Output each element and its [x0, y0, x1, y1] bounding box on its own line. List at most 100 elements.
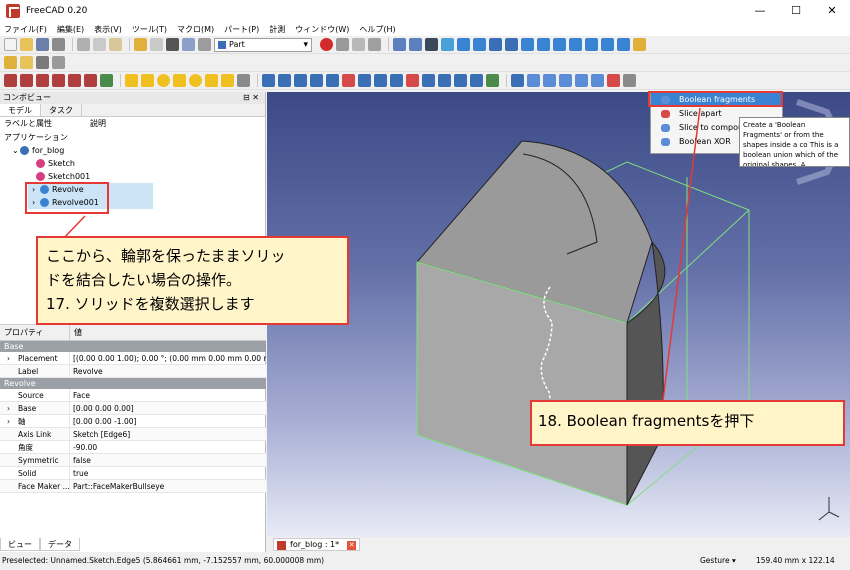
forward-arrow-icon[interactable] [473, 38, 486, 51]
tab-view[interactable]: ビュー [0, 538, 40, 551]
property-value[interactable]: Face [70, 389, 266, 401]
cone-icon[interactable] [173, 74, 186, 87]
front-view-icon[interactable] [537, 38, 550, 51]
torus-icon[interactable] [189, 74, 202, 87]
property-row[interactable]: › Placement [(0.00 0.00 1.00); 0.00 °; (0.… [0, 352, 266, 365]
left-view-icon[interactable] [617, 38, 630, 51]
measure-angular-icon[interactable] [20, 74, 33, 87]
color-per-face-icon[interactable] [486, 74, 499, 87]
chamfer-icon[interactable] [326, 74, 339, 87]
menu-macro[interactable]: マクロ(M) [177, 24, 214, 35]
whats-this-icon[interactable] [198, 38, 211, 51]
fuse-icon[interactable] [559, 74, 572, 87]
bounding-box-icon[interactable] [441, 38, 454, 51]
back-arrow-icon[interactable] [457, 38, 470, 51]
revolve-icon[interactable] [278, 74, 291, 87]
link-actions-icon[interactable] [52, 56, 65, 69]
common-icon[interactable] [575, 74, 588, 87]
property-group-header[interactable]: Base [0, 341, 266, 352]
top-view-icon[interactable] [553, 38, 566, 51]
part-icon[interactable] [4, 56, 17, 69]
record-macro-icon[interactable] [320, 38, 333, 51]
property-group-header[interactable]: Revolve [0, 378, 266, 389]
print-icon[interactable] [52, 38, 65, 51]
close-tab-icon[interactable]: ✕ [347, 541, 357, 550]
sweep-icon[interactable] [390, 74, 403, 87]
menu-window[interactable]: ウィンドウ(W) [295, 24, 349, 35]
property-row[interactable]: Source Face [0, 389, 266, 402]
sphere-icon[interactable] [157, 74, 170, 87]
measure-3d-icon[interactable] [84, 74, 97, 87]
primitives-icon[interactable] [221, 74, 234, 87]
cylinder-icon[interactable] [141, 74, 154, 87]
boolean-icon[interactable] [527, 74, 540, 87]
cut-icon[interactable] [77, 38, 90, 51]
property-value[interactable]: [(0.00 0.00 1.00); 0.00 °; (0.00 mm 0.00… [70, 352, 266, 364]
draw-style-icon[interactable] [166, 38, 179, 51]
menu-file[interactable]: ファイル(F) [4, 24, 47, 35]
refresh-icon[interactable] [182, 38, 195, 51]
workbench-selector[interactable]: Part [214, 37, 312, 52]
tree-item[interactable]: Sketch [0, 157, 265, 170]
right-view-icon[interactable] [569, 38, 582, 51]
measure-delta-icon[interactable] [100, 74, 113, 87]
property-row[interactable]: › Base [0.00 0.00 0.00] [0, 402, 266, 415]
tab-data[interactable]: データ [40, 538, 80, 551]
tree-expander-icon[interactable]: ⌄ [12, 144, 20, 157]
property-row[interactable]: Face Maker ... Part::FaceMakerBullseye [0, 480, 266, 493]
property-value[interactable]: [0.00 0.00 0.00] [70, 402, 266, 414]
menu-measure[interactable]: 計測 [269, 24, 285, 35]
bottom-view-icon[interactable] [601, 38, 614, 51]
measure-clear-icon[interactable] [52, 74, 65, 87]
dock-buttons[interactable]: ⊟ ✕ [243, 92, 259, 104]
cross-sections-icon[interactable] [422, 74, 435, 87]
compound-tools-icon[interactable] [511, 74, 524, 87]
property-row[interactable]: Solid true [0, 467, 266, 480]
offset-icon[interactable] [438, 74, 451, 87]
property-value[interactable]: Revolve [70, 365, 266, 377]
property-value[interactable]: [0.00 0.00 -1.00] [70, 415, 266, 427]
draw-style-menu-icon[interactable] [425, 38, 438, 51]
tube-icon[interactable] [205, 74, 218, 87]
fillet-icon[interactable] [310, 74, 323, 87]
menu-help[interactable]: ヘルプ(H) [359, 24, 395, 35]
open-folder-icon[interactable] [20, 38, 33, 51]
fit-selection-icon[interactable] [409, 38, 422, 51]
run-macro-icon[interactable] [368, 38, 381, 51]
defeaturing-icon[interactable] [623, 74, 636, 87]
projection-icon[interactable] [470, 74, 483, 87]
property-value[interactable]: -90.00 [70, 441, 266, 453]
redo-icon[interactable] [150, 38, 163, 51]
cut-boolean-icon[interactable] [543, 74, 556, 87]
property-value[interactable]: true [70, 467, 266, 479]
section-icon[interactable] [406, 74, 419, 87]
cube-icon[interactable] [125, 74, 138, 87]
menu-edit[interactable]: 編集(E) [57, 24, 84, 35]
macros-icon[interactable] [352, 38, 365, 51]
menu-tools[interactable]: ツール(T) [132, 24, 167, 35]
std-views-icon[interactable] [505, 38, 518, 51]
stop-macro-icon[interactable] [336, 38, 349, 51]
split-tools-icon[interactable] [591, 74, 604, 87]
close-button[interactable]: ✕ [814, 0, 850, 22]
ruled-surface-icon[interactable] [358, 74, 371, 87]
property-row[interactable]: 角度 -90.00 [0, 441, 266, 454]
make-face-icon[interactable] [342, 74, 355, 87]
measure-refresh-icon[interactable] [36, 74, 49, 87]
rear-view-icon[interactable] [585, 38, 598, 51]
property-row[interactable]: Symmetric false [0, 454, 266, 467]
shape-builder-icon[interactable] [237, 74, 250, 87]
paste-icon[interactable] [109, 38, 122, 51]
tab-tasks[interactable]: タスク [41, 104, 82, 116]
thickness-icon[interactable] [454, 74, 467, 87]
undo-icon[interactable] [134, 38, 147, 51]
measure-linear-icon[interactable] [4, 74, 17, 87]
maximize-button[interactable]: ☐ [778, 0, 814, 22]
link-icon[interactable] [36, 56, 49, 69]
property-row[interactable]: › 軸 [0.00 0.00 -1.00] [0, 415, 266, 428]
mirror-icon[interactable] [294, 74, 307, 87]
menu-part[interactable]: パート(P) [224, 24, 259, 35]
tree-item[interactable]: ⌄ for_blog [0, 144, 265, 157]
copy-icon[interactable] [93, 38, 106, 51]
minimize-button[interactable]: — [742, 0, 778, 22]
